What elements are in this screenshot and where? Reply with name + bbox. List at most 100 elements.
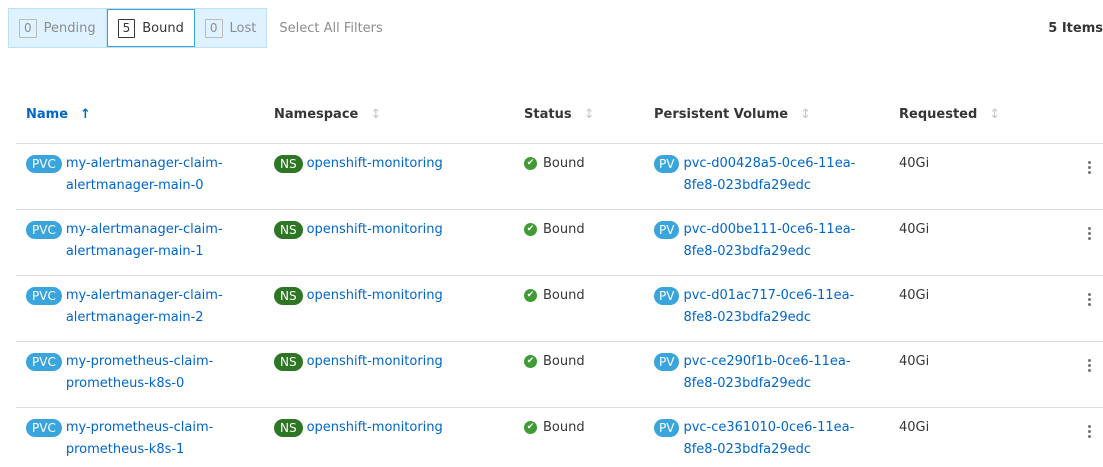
filter-pending-button[interactable]: 0 Pending xyxy=(9,9,107,47)
pvc-badge: PVC xyxy=(26,155,62,173)
pv-line2: 8fe8-023bdfa29edc xyxy=(683,376,812,391)
status-text: Bound xyxy=(543,222,585,237)
column-header-status[interactable]: Status ↕ xyxy=(524,107,654,122)
persistent-volume-link[interactable]: pvc-d00428a5-0ce6-11ea- 8fe8-023bdfa29edc xyxy=(683,153,855,197)
filter-toolbar: 0 Pending 5 Bound 0 Lost Select All Filt… xyxy=(8,8,1103,48)
pvc-name-link[interactable]: my-prometheus-claim-prometheus-k8s-0 xyxy=(66,351,213,395)
status-text: Bound xyxy=(543,288,585,303)
persistent-volume-cell: PV pvc-d00428a5-0ce6-11ea- 8fe8-023bdfa29… xyxy=(654,153,899,197)
ns-badge: NS xyxy=(274,353,303,371)
filter-bound-button[interactable]: 5 Bound xyxy=(106,9,195,47)
filter-pending-label: Pending xyxy=(43,20,96,36)
check-circle-icon: ✔ xyxy=(524,223,537,236)
persistent-volume-link[interactable]: pvc-d01ac717-0ce6-11ea- 8fe8-023bdfa29edc xyxy=(683,285,854,329)
pvc-name-link[interactable]: my-prometheus-claim-prometheus-k8s-1 xyxy=(66,417,213,461)
kebab-icon[interactable] xyxy=(1079,357,1099,374)
pvc-name-line2: prometheus-k8s-1 xyxy=(65,442,185,457)
namespace-link[interactable]: openshift-monitoring xyxy=(307,285,443,307)
pv-line1: pvc-d00be111-0ce6-11ea- xyxy=(683,222,856,237)
filter-lost-label: Lost xyxy=(229,20,257,36)
kebab-icon[interactable] xyxy=(1079,159,1099,176)
namespace-cell: NS openshift-monitoring xyxy=(274,153,524,175)
ns-badge: NS xyxy=(274,155,303,173)
column-header-persistent-volume[interactable]: Persistent Volume ↕ xyxy=(654,107,899,122)
status-cell: ✔ Bound xyxy=(524,351,654,373)
pvc-badge: PVC xyxy=(26,419,62,437)
pv-line1: pvc-ce361010-0ce6-11ea- xyxy=(683,420,855,435)
column-header-namespace-label: Namespace xyxy=(274,107,359,122)
ns-badge: NS xyxy=(274,287,303,305)
pvc-name-link[interactable]: my-alertmanager-claim-alertmanager-main-… xyxy=(66,219,223,263)
pvc-name-cell: PVC my-alertmanager-claim-alertmanager-m… xyxy=(16,219,274,263)
select-all-filters-link[interactable]: Select All Filters xyxy=(279,21,382,36)
namespace-link[interactable]: openshift-monitoring xyxy=(307,153,443,175)
filter-pending-count: 0 xyxy=(19,18,37,38)
filter-bound-label: Bound xyxy=(142,20,184,36)
status-cell: ✔ Bound xyxy=(524,153,654,175)
requested-cell: 40Gi xyxy=(899,222,930,237)
arrow-up-icon: ↑ xyxy=(80,107,91,122)
pvc-name-link[interactable]: my-alertmanager-claim-alertmanager-main-… xyxy=(66,285,223,329)
pv-line1: pvc-ce290f1b-0ce6-11ea- xyxy=(683,354,851,369)
persistent-volume-link[interactable]: pvc-ce361010-0ce6-11ea- 8fe8-023bdfa29edc xyxy=(683,417,854,461)
requested-cell: 40Gi xyxy=(899,354,930,369)
namespace-link[interactable]: openshift-monitoring xyxy=(307,351,443,373)
namespace-link[interactable]: openshift-monitoring xyxy=(307,417,443,439)
kebab-icon[interactable] xyxy=(1079,423,1099,440)
pvc-name-line1: my-alertmanager-claim- xyxy=(65,288,223,303)
pvc-name-line1: my-alertmanager-claim- xyxy=(65,156,223,171)
row-actions-cell xyxy=(1049,285,1103,308)
requested-cell: 40Gi xyxy=(899,288,930,303)
item-count: 5 Items xyxy=(1048,20,1103,36)
check-circle-icon: ✔ xyxy=(524,355,537,368)
column-header-name[interactable]: Name ↑ xyxy=(16,107,274,122)
pv-line1: pvc-d01ac717-0ce6-11ea- xyxy=(683,288,855,303)
check-circle-icon: ✔ xyxy=(524,289,537,302)
table-row: PVC my-alertmanager-claim-alertmanager-m… xyxy=(16,276,1103,342)
check-circle-icon: ✔ xyxy=(524,421,537,434)
namespace-cell: NS openshift-monitoring xyxy=(274,351,524,373)
column-header-namespace[interactable]: Namespace ↕ xyxy=(274,107,524,122)
kebab-icon[interactable] xyxy=(1079,225,1099,242)
namespace-link[interactable]: openshift-monitoring xyxy=(307,219,443,241)
pv-line2: 8fe8-023bdfa29edc xyxy=(683,310,812,325)
column-header-status-label: Status xyxy=(524,107,572,122)
pvc-name-link[interactable]: my-alertmanager-claim-alertmanager-main-… xyxy=(66,153,223,197)
kebab-icon[interactable] xyxy=(1079,291,1099,308)
persistent-volume-cell: PV pvc-d01ac717-0ce6-11ea- 8fe8-023bdfa29… xyxy=(654,285,899,329)
column-header-persistent-volume-label: Persistent Volume xyxy=(654,107,789,122)
status-text: Bound xyxy=(543,156,585,171)
pv-line2: 8fe8-023bdfa29edc xyxy=(683,244,812,259)
pv-badge: PV xyxy=(654,221,680,239)
persistent-volume-link[interactable]: pvc-ce290f1b-0ce6-11ea- 8fe8-023bdfa29edc xyxy=(683,351,850,395)
namespace-cell: NS openshift-monitoring xyxy=(274,285,524,307)
persistent-volume-cell: PV pvc-d00be111-0ce6-11ea- 8fe8-023bdfa29… xyxy=(654,219,899,263)
pv-badge: PV xyxy=(654,287,680,305)
namespace-cell: NS openshift-monitoring xyxy=(274,417,524,439)
pvc-name-cell: PVC my-prometheus-claim-prometheus-k8s-1 xyxy=(16,417,274,461)
status-filter-group: 0 Pending 5 Bound 0 Lost xyxy=(8,8,268,48)
persistent-volume-cell: PV pvc-ce290f1b-0ce6-11ea- 8fe8-023bdfa29… xyxy=(654,351,899,395)
persistent-volume-link[interactable]: pvc-d00be111-0ce6-11ea- 8fe8-023bdfa29edc xyxy=(683,219,855,263)
sort-icon: ↕ xyxy=(583,107,595,122)
pv-badge: PV xyxy=(654,155,680,173)
pv-badge: PV xyxy=(654,419,680,437)
row-actions-cell xyxy=(1049,417,1103,440)
pvc-name-line2: alertmanager-main-2 xyxy=(65,310,204,325)
persistent-volume-cell: PV pvc-ce361010-0ce6-11ea- 8fe8-023bdfa29… xyxy=(654,417,899,461)
status-cell: ✔ Bound xyxy=(524,285,654,307)
filter-lost-button[interactable]: 0 Lost xyxy=(195,9,266,47)
row-actions-cell xyxy=(1049,219,1103,242)
pvc-name-line2: alertmanager-main-0 xyxy=(65,178,204,193)
status-cell: ✔ Bound xyxy=(524,417,654,439)
pvc-name-cell: PVC my-alertmanager-claim-alertmanager-m… xyxy=(16,285,274,329)
pvc-table: Name ↑ Namespace ↕ Status ↕ Persistent V… xyxy=(16,86,1103,467)
check-circle-icon: ✔ xyxy=(524,157,537,170)
pvc-name-line1: my-prometheus-claim- xyxy=(65,354,214,369)
table-row: PVC my-alertmanager-claim-alertmanager-m… xyxy=(16,210,1103,276)
row-actions-cell xyxy=(1049,153,1103,176)
column-header-requested[interactable]: Requested ↕ xyxy=(899,107,1049,122)
pv-line2: 8fe8-023bdfa29edc xyxy=(683,178,812,193)
pvc-name-cell: PVC my-prometheus-claim-prometheus-k8s-0 xyxy=(16,351,274,395)
table-header: Name ↑ Namespace ↕ Status ↕ Persistent V… xyxy=(16,86,1103,144)
